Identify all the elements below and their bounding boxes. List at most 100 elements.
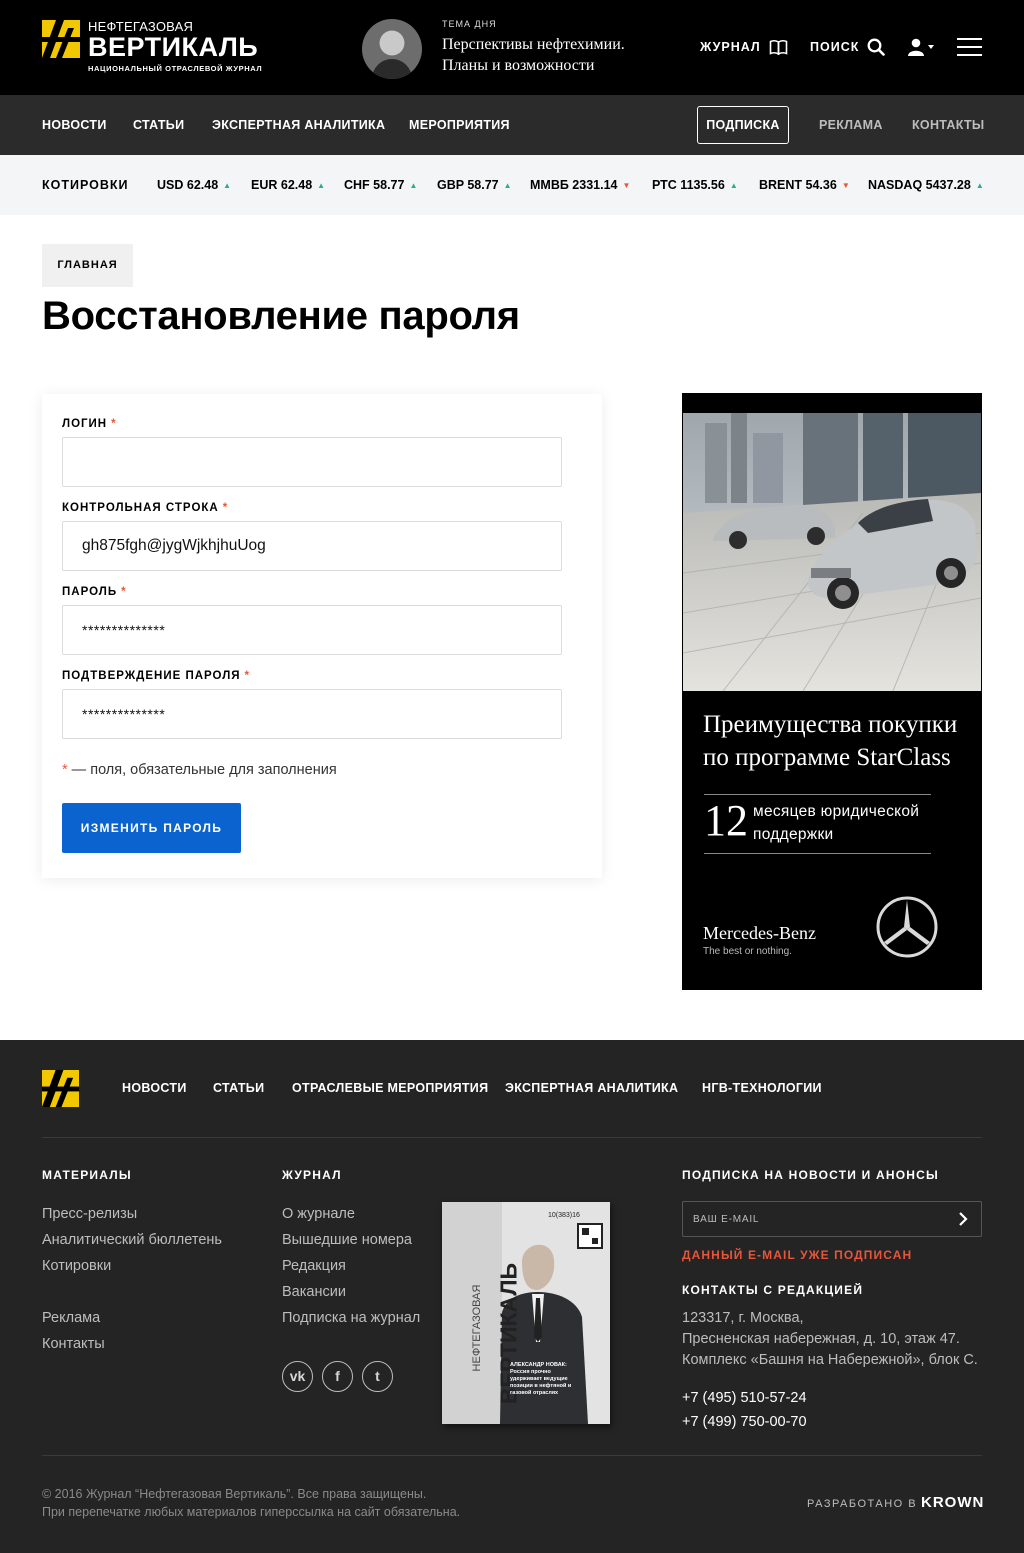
- quote-item[interactable]: GBP 58.77 ▲: [437, 155, 512, 216]
- top-header: НЕФТЕГАЗОВАЯ ВЕРТИКАЛЬ НАЦИОНАЛЬНЫЙ ОТРА…: [0, 0, 1024, 95]
- login-input[interactable]: [62, 437, 562, 487]
- cover-caption: АЛЕКСАНДР НОВАК: Россия прочно удерживае…: [510, 1362, 572, 1396]
- ad-divider: [704, 853, 931, 854]
- footer-link[interactable]: Подписка на журнал: [282, 1310, 420, 1326]
- search-link[interactable]: ПОИСК: [810, 36, 886, 58]
- phone-link[interactable]: +7 (499) 750-00-70: [682, 1414, 807, 1430]
- search-icon: [867, 38, 886, 56]
- password-input[interactable]: [62, 605, 562, 655]
- logo-line-3: НАЦИОНАЛЬНЫЙ ОТРАСЛЕВОЙ ЖУРНАЛ: [88, 64, 263, 73]
- quote-item[interactable]: ММВБ 2331.14 ▼: [530, 155, 630, 216]
- nav-item-articles[interactable]: СТАТЬИ: [133, 95, 184, 155]
- footer-nav-articles[interactable]: СТАТЬИ: [213, 1070, 264, 1107]
- materials-heading: МАТЕРИАЛЫ: [42, 1168, 132, 1182]
- site-logo[interactable]: НЕФТЕГАЗОВАЯ ВЕРТИКАЛЬ НАЦИОНАЛЬНЫЙ ОТРА…: [42, 20, 262, 73]
- quote-item[interactable]: NASDAQ 5437.28 ▲: [868, 155, 984, 216]
- quote-item[interactable]: CHF 58.77 ▲: [344, 155, 417, 216]
- footer-link[interactable]: Аналитический бюллетень: [42, 1232, 222, 1248]
- journal-cover-image[interactable]: НЕФТЕГАЗОВАЯ ВЕРТИКАЛЬ 10(383)16 АЛЕКСАН…: [442, 1202, 610, 1424]
- ad-car-image: [683, 413, 981, 691]
- ad-brand: Mercedes-Benz: [703, 923, 816, 943]
- control-string-label: КОНТРОЛЬНАЯ СТРОКА *: [62, 502, 229, 514]
- arrow-down-icon: ▼: [841, 181, 850, 190]
- footer-link[interactable]: Пресс-релизы: [42, 1206, 137, 1222]
- theme-label: ТЕМА ДНЯ: [442, 19, 497, 29]
- nav-item-analytics[interactable]: ЭКСПЕРТНАЯ АНАЛИТИКА: [212, 95, 385, 155]
- breadcrumb-home[interactable]: ГЛАВНАЯ: [42, 244, 133, 287]
- footer-link[interactable]: Котировки: [42, 1258, 111, 1274]
- quote-item[interactable]: BRENT 54.36 ▼: [759, 155, 850, 216]
- quotes-label: КОТИРОВКИ: [42, 178, 129, 192]
- password-label: ПАРОЛЬ *: [62, 586, 127, 598]
- arrow-down-icon: ▼: [622, 181, 631, 190]
- journal-link[interactable]: ЖУРНАЛ: [700, 36, 788, 58]
- theme-of-day[interactable]: ТЕМА ДНЯ Перспективы нефтехимии. Планы и…: [362, 19, 662, 79]
- phone-link[interactable]: +7 (495) 510-57-24: [682, 1390, 807, 1406]
- footer-nav-analytics[interactable]: ЭКСПЕРТНАЯ АНАЛИТИКА: [505, 1070, 678, 1107]
- email-input[interactable]: [683, 1202, 943, 1236]
- subscribe-button[interactable]: ПОДПИСКА: [697, 106, 789, 144]
- footer-link[interactable]: Вышедшие номера: [282, 1232, 412, 1248]
- vk-icon[interactable]: vk: [282, 1361, 313, 1392]
- address-line: Комплекс «Башня на Набережной», блок С.: [682, 1352, 978, 1368]
- arrow-up-icon: ▲: [409, 181, 418, 190]
- chevron-right-icon[interactable]: [955, 1211, 971, 1227]
- footer-nav-news[interactable]: НОВОСТИ: [122, 1070, 187, 1107]
- address-line: Пресненская набережная, д. 10, этаж 47.: [682, 1331, 960, 1347]
- ad-number: 12: [704, 796, 748, 845]
- nav-item-contacts[interactable]: КОНТАКТЫ: [912, 95, 984, 155]
- footer-nav-ngv[interactable]: НГВ-ТЕХНОЛОГИИ: [702, 1070, 822, 1107]
- logo-mark-icon: [42, 20, 80, 58]
- ad-divider: [704, 794, 931, 795]
- page-title: Восстановление пароля: [42, 294, 520, 338]
- hamburger-menu-icon[interactable]: [957, 38, 982, 56]
- arrow-up-icon: ▲: [223, 181, 232, 190]
- book-icon: [769, 40, 788, 55]
- logo-line-2: ВЕРТИКАЛЬ: [88, 32, 259, 62]
- contacts-heading: КОНТАКТЫ С РЕДАКЦИЕЙ: [682, 1283, 864, 1297]
- footer-nav-events[interactable]: ОТРАСЛЕВЫЕ МЕРОПРИЯТИЯ: [292, 1070, 488, 1107]
- login-label: ЛОГИН *: [62, 418, 117, 430]
- developed-by-label: РАЗРАБОТАНО В: [807, 1498, 918, 1510]
- footer-link[interactable]: Редакция: [282, 1258, 346, 1274]
- nav-item-events[interactable]: МЕРОПРИЯТИЯ: [409, 95, 510, 155]
- facebook-icon[interactable]: f: [322, 1361, 353, 1392]
- ad-banner[interactable]: Преимущества покупки по программе StarCl…: [682, 393, 982, 990]
- user-menu[interactable]: [898, 36, 936, 58]
- ad-headline: Преимущества покупки по программе StarCl…: [703, 711, 958, 771]
- nav-item-ads[interactable]: РЕКЛАМА: [819, 95, 883, 155]
- cover-issue: 10(383)16: [548, 1212, 580, 1219]
- arrow-up-icon: ▲: [729, 181, 738, 190]
- journal-heading: ЖУРНАЛ: [282, 1168, 342, 1182]
- theme-title[interactable]: Перспективы нефтехимии. Планы и возможно…: [442, 34, 662, 76]
- confirm-password-label: ПОДТВЕРЖДЕНИЕ ПАРОЛЯ *: [62, 670, 251, 682]
- nav-item-news[interactable]: НОВОСТИ: [42, 95, 107, 155]
- quote-item[interactable]: EUR 62.48 ▲: [251, 155, 325, 216]
- ad-description: месяцев юридической поддержки: [753, 803, 920, 843]
- email-subscribe-box: [682, 1201, 982, 1237]
- user-icon: [908, 38, 934, 56]
- footer-link[interactable]: Вакансии: [282, 1284, 346, 1300]
- mercedes-star-icon: [876, 896, 938, 958]
- journal-label: ЖУРНАЛ: [700, 40, 761, 54]
- password-reset-form: ЛОГИН* КОНТРОЛЬНАЯ СТРОКА* ПАРОЛЬ* ПОДТВ…: [42, 394, 602, 878]
- developer-logo[interactable]: KROWN: [921, 1494, 984, 1511]
- arrow-up-icon: ▲: [317, 181, 326, 190]
- quotes-bar: КОТИРОВКИ USD 62.48 ▲ EUR 62.48 ▲ CHF 58.7…: [0, 155, 1024, 215]
- footer-link[interactable]: Контакты: [42, 1336, 105, 1352]
- quote-item[interactable]: РТС 1135.56 ▲: [652, 155, 738, 216]
- confirm-password-input[interactable]: [62, 689, 562, 739]
- change-password-button[interactable]: ИЗМЕНИТЬ ПАРОЛЬ: [62, 803, 241, 853]
- control-string-input[interactable]: [62, 521, 562, 571]
- footer-link[interactable]: О журнале: [282, 1206, 355, 1222]
- quote-item[interactable]: USD 62.48 ▲: [157, 155, 231, 216]
- theme-author-avatar: [362, 19, 422, 79]
- address-line: 123317, г. Москва,: [682, 1310, 804, 1326]
- twitter-icon[interactable]: t: [362, 1361, 393, 1392]
- ad-tagline: The best or nothing.: [703, 946, 792, 957]
- email-error-message: ДАННЫЙ E-MAIL УЖЕ ПОДПИСАН: [682, 1248, 913, 1262]
- footer-link[interactable]: Реклама: [42, 1310, 100, 1326]
- copyright-line: © 2016 Журнал “Нефтегазовая Вертикаль”. …: [42, 1487, 427, 1501]
- footer-logo-icon[interactable]: [42, 1070, 79, 1107]
- subscribe-heading: ПОДПИСКА НА НОВОСТИ И АНОНСЫ: [682, 1168, 939, 1182]
